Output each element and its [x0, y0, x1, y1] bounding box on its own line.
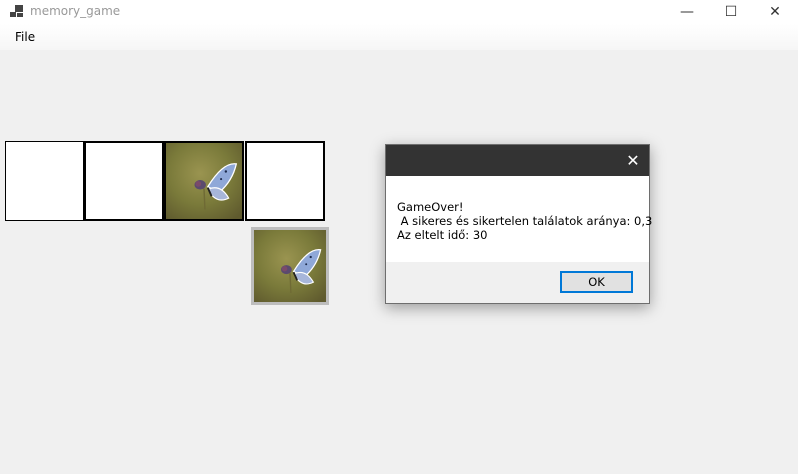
maximize-icon: ☐: [724, 4, 738, 20]
butterfly-preview-image: [254, 230, 326, 302]
dialog-message: GameOver! A sikeres és sikertelen talála…: [397, 200, 653, 242]
card-preview: [251, 227, 329, 305]
dialog-close-icon[interactable]: ✕: [623, 151, 643, 171]
minimize-icon: —: [680, 4, 694, 20]
close-icon: ✕: [769, 4, 781, 20]
dialog-header: ✕: [386, 145, 649, 176]
dialog-line-ratio: A sikeres és sikertelen találatok aránya…: [397, 214, 653, 228]
menu-file[interactable]: File: [8, 29, 42, 45]
maximize-button[interactable]: ☐: [708, 0, 754, 24]
minimize-button[interactable]: —: [664, 0, 710, 24]
window-title: memory_game: [30, 4, 121, 18]
butterfly-image: [166, 143, 242, 219]
ok-button[interactable]: OK: [560, 271, 633, 293]
menu-bar: File: [0, 24, 798, 50]
card-3[interactable]: [164, 141, 244, 221]
card-4[interactable]: [245, 141, 325, 221]
dialog-line-time: Az eltelt idő: 30: [397, 228, 488, 242]
app-icon: [10, 5, 23, 17]
close-window-button[interactable]: ✕: [752, 0, 798, 24]
card-2[interactable]: [84, 141, 164, 221]
title-bar: memory_game — ☐ ✕: [0, 0, 798, 24]
card-1[interactable]: [5, 141, 85, 221]
dialog-footer: OK: [386, 262, 649, 303]
dialog-line-gameover: GameOver!: [397, 200, 464, 214]
game-over-dialog: ✕ GameOver! A sikeres és sikertelen talá…: [385, 144, 653, 304]
